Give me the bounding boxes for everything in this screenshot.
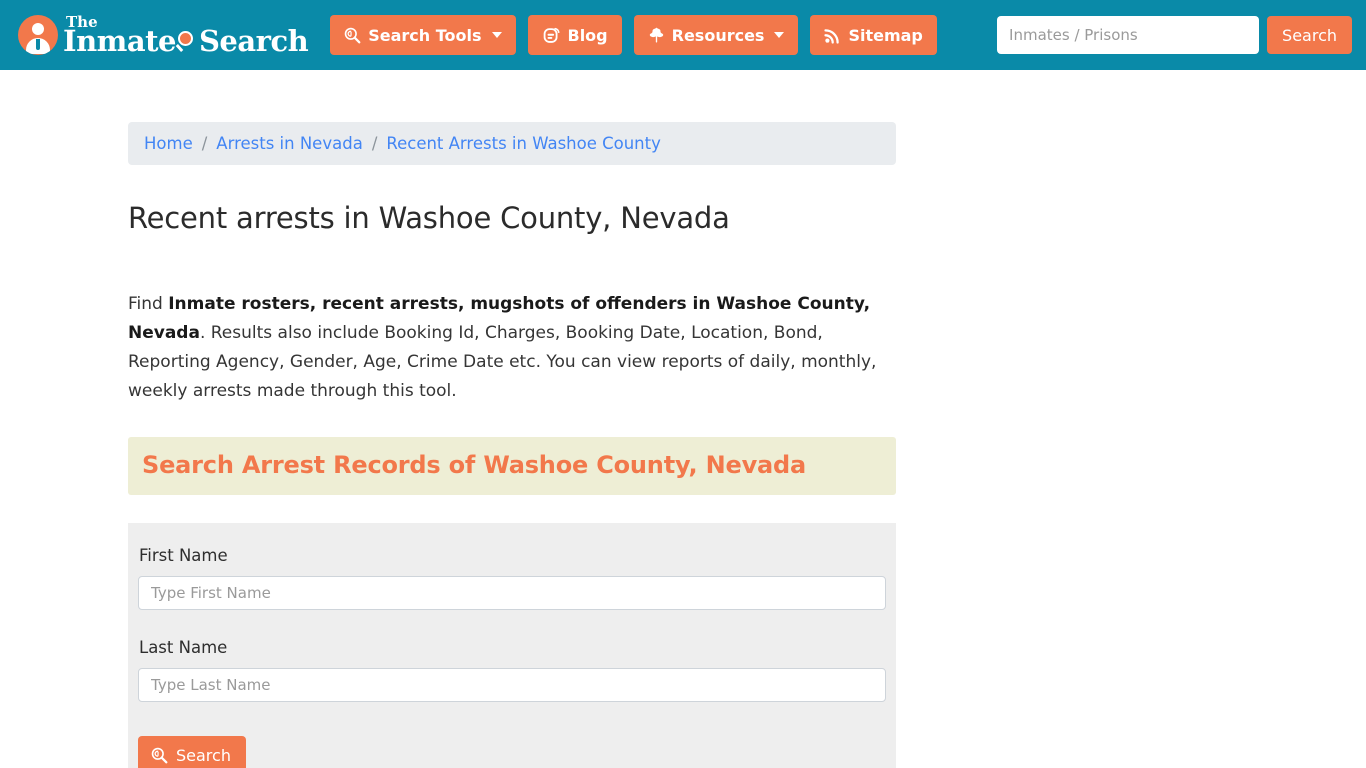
nav-search-tools-button[interactable]: Search Tools — [330, 15, 516, 55]
search-records-banner-title: Search Arrest Records of Washoe County, … — [142, 451, 806, 479]
brand-name-first: Inmate — [63, 23, 176, 58]
search-records-banner: Search Arrest Records of Washoe County, … — [128, 437, 896, 495]
nav-blog-button[interactable]: Blog — [527, 15, 622, 55]
blogger-icon — [542, 26, 561, 44]
header-search-input[interactable] — [997, 16, 1260, 54]
form-search-button-label: Search — [176, 745, 231, 765]
nav-sitemap-button[interactable]: Sitemap — [810, 15, 937, 55]
content-container: Home / Arrests in Nevada / Recent Arrest… — [128, 70, 896, 768]
brand-name: Inmate Search — [63, 23, 309, 58]
first-name-input[interactable] — [138, 576, 886, 610]
nav-blog-label: Blog — [567, 25, 608, 45]
nav-resources-button[interactable]: Resources — [633, 15, 799, 55]
intro-rest: . Results also include Booking Id, Charg… — [128, 323, 877, 401]
header-search-button[interactable]: Search — [1267, 16, 1352, 54]
page-body: Home / Arrests in Nevada / Recent Arrest… — [0, 70, 1366, 768]
chevron-down-icon — [491, 32, 502, 38]
arrest-search-form: First Name Last Name Search — [128, 523, 896, 768]
search-tools-icon — [344, 27, 361, 44]
last-name-input[interactable] — [138, 668, 886, 702]
chevron-down-icon — [774, 32, 785, 38]
breadcrumb: Home / Arrests in Nevada / Recent Arrest… — [128, 122, 896, 165]
site-header: The Inmate Search Search Tools Blog Reso… — [0, 0, 1366, 70]
nav-sitemap-label: Sitemap — [848, 25, 923, 45]
intro-lead: Find — [128, 294, 169, 314]
magnifier-icon — [151, 747, 168, 764]
intro-paragraph: Find Inmate rosters, recent arrests, mug… — [128, 290, 880, 406]
page-title: Recent arrests in Washoe County, Nevada — [128, 201, 730, 235]
form-search-button[interactable]: Search — [138, 736, 246, 768]
nav-resources-label: Resources — [671, 25, 765, 45]
breadcrumb-item-home[interactable]: Home — [144, 134, 193, 153]
magnifier-icon — [175, 30, 198, 52]
header-search-group: Search — [997, 16, 1352, 54]
person-icon — [18, 15, 58, 55]
breadcrumb-separator: / — [371, 134, 378, 153]
main-nav: Search Tools Blog Resources Sitemap — [330, 15, 937, 55]
brand-name-second: Search — [198, 23, 309, 58]
first-name-group: First Name — [138, 546, 886, 610]
brand-wordmark: The Inmate Search — [63, 14, 309, 58]
breadcrumb-separator: / — [201, 134, 208, 153]
rss-icon — [824, 27, 841, 44]
breadcrumb-item-recent-arrests[interactable]: Recent Arrests in Washoe County — [386, 134, 661, 153]
breadcrumb-item-arrests-in-nevada[interactable]: Arrests in Nevada — [216, 134, 363, 153]
leaf-icon — [648, 26, 665, 44]
last-name-label: Last Name — [139, 638, 228, 657]
first-name-label: First Name — [139, 546, 228, 565]
last-name-group: Last Name — [138, 638, 886, 702]
nav-search-tools-label: Search Tools — [368, 25, 482, 45]
site-logo[interactable]: The Inmate Search — [18, 14, 309, 58]
